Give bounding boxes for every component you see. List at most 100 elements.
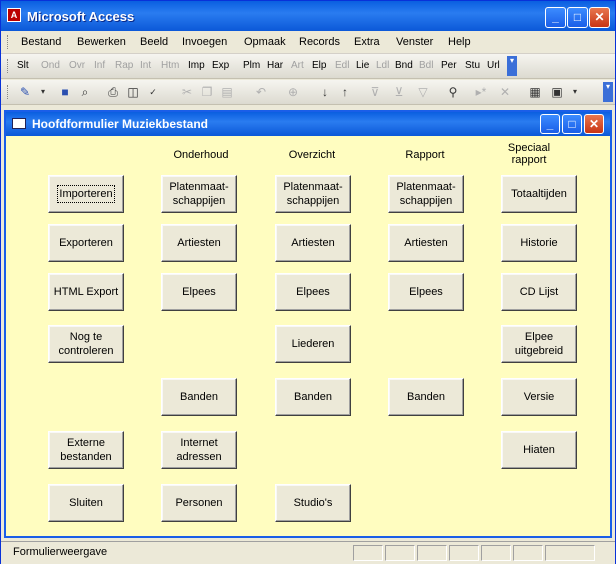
rapport-artiesten-button[interactable]: Artiesten	[388, 224, 464, 262]
form-title-bar[interactable]: Hoofdformulier Muziekbestand _ □ ✕	[6, 112, 610, 136]
nog-te-controleren-button[interactable]: Nog te controleren	[48, 325, 124, 363]
menu-grip[interactable]	[7, 35, 11, 49]
tb-ovr[interactable]: Ovr	[69, 60, 85, 71]
menu-beeld[interactable]: Beeld	[140, 36, 168, 48]
form-view-toolbar: ✎ ▾ ■ ⌕ ⎙ ◫ ✓ ✂ ❐ ▤ ↶ ⊕ ↓ ↑ ⊽ ⊻ ▽ ⚲ ▸* ✕…	[1, 80, 615, 105]
onderhoud-elpees-button[interactable]: Elpees	[161, 273, 237, 311]
rapport-elpees-button[interactable]: Elpees	[388, 273, 464, 311]
internet-adressen-button[interactable]: Internet adressen	[161, 431, 237, 469]
cut-icon[interactable]: ✂	[179, 84, 195, 100]
rapport-platenmaatschappijen-button[interactable]: Platenmaat-schappijen	[388, 175, 464, 213]
app-title-bar[interactable]: A Microsoft Access _ □ ✕	[1, 1, 615, 31]
tb-plm[interactable]: Plm	[243, 60, 260, 71]
historie-button[interactable]: Historie	[501, 224, 577, 262]
apply-filter-icon[interactable]: ▽	[415, 84, 431, 100]
importeren-button[interactable]: Importeren	[48, 175, 124, 213]
form-maximize-button[interactable]: □	[562, 114, 582, 134]
menu-extra[interactable]: Extra	[354, 36, 380, 48]
tb-url[interactable]: Url	[487, 60, 500, 71]
tb-stu[interactable]: Stu	[465, 60, 480, 71]
exporteren-button[interactable]: Exporteren	[48, 224, 124, 262]
maximize-button[interactable]: □	[567, 7, 588, 28]
tb-bdl[interactable]: Bdl	[419, 60, 433, 71]
new-object-dropdown-icon[interactable]: ▾	[567, 84, 583, 100]
personen-button[interactable]: Personen	[161, 484, 237, 522]
save-icon[interactable]: ■	[57, 84, 73, 100]
onderhoud-platenmaatschappijen-button[interactable]: Platenmaat-schappijen	[161, 175, 237, 213]
new-record-icon[interactable]: ▸*	[473, 84, 489, 100]
find-binoculars-icon[interactable]: ⚲	[445, 84, 461, 100]
tb-bnd[interactable]: Bnd	[395, 60, 413, 71]
tb-per[interactable]: Per	[441, 60, 457, 71]
cd-lijst-button[interactable]: CD Lijst	[501, 273, 577, 311]
studios-button[interactable]: Studio's	[275, 484, 351, 522]
menu-help[interactable]: Help	[448, 36, 471, 48]
onderhoud-banden-button[interactable]: Banden	[161, 378, 237, 416]
paste-icon[interactable]: ▤	[219, 84, 235, 100]
properties-icon[interactable]: ▦	[527, 84, 543, 100]
tb-ldl[interactable]: Ldl	[376, 60, 389, 71]
form-minimize-button[interactable]: _	[540, 114, 560, 134]
toolbar-grip[interactable]	[7, 59, 11, 73]
spelling-icon[interactable]: ✓	[145, 84, 161, 100]
tb-slt[interactable]: Slt	[17, 60, 29, 71]
toolbar-options-chevron-icon[interactable]: ▾	[507, 56, 517, 76]
view-dropdown-icon[interactable]: ▾	[35, 84, 51, 100]
minimize-button[interactable]: _	[545, 7, 566, 28]
overzicht-platenmaatschappijen-button[interactable]: Platenmaat-schappijen	[275, 175, 351, 213]
overzicht-banden-button[interactable]: Banden	[275, 378, 351, 416]
delete-record-icon[interactable]: ✕	[497, 84, 513, 100]
copy-icon[interactable]: ❐	[199, 84, 215, 100]
file-search-icon[interactable]: ⌕	[77, 84, 93, 100]
overzicht-elpees-button[interactable]: Elpees	[275, 273, 351, 311]
hiaten-button[interactable]: Hiaten	[501, 431, 577, 469]
menu-invoegen[interactable]: Invoegen	[182, 36, 227, 48]
rapport-banden-button[interactable]: Banden	[388, 378, 464, 416]
tb-ond[interactable]: Ond	[41, 60, 60, 71]
undo-icon[interactable]: ↶	[253, 84, 269, 100]
onderhoud-artiesten-button[interactable]: Artiesten	[161, 224, 237, 262]
app-title: Microsoft Access	[27, 9, 135, 24]
form-close-button[interactable]: ✕	[584, 114, 604, 134]
tb-elp[interactable]: Elp	[312, 60, 326, 71]
sort-ascending-icon[interactable]: ↓	[317, 84, 333, 100]
tb-int[interactable]: Int	[140, 60, 151, 71]
menu-venster[interactable]: Venster	[396, 36, 433, 48]
elpee-uitgebreid-button[interactable]: Elpee uitgebreid	[501, 325, 577, 363]
toolbar-options-chevron-icon[interactable]: ▾	[603, 82, 613, 102]
overzicht-liederen-button[interactable]: Liederen	[275, 325, 351, 363]
menu-records[interactable]: Records	[299, 36, 340, 48]
menu-bewerken[interactable]: Bewerken	[77, 36, 126, 48]
sort-descending-icon[interactable]: ↑	[337, 84, 353, 100]
externe-bestanden-button[interactable]: Externe bestanden	[48, 431, 124, 469]
status-cell	[513, 545, 543, 561]
tb-lie[interactable]: Lie	[356, 60, 369, 71]
menu-bestand[interactable]: Bestand	[21, 36, 61, 48]
totaaltijden-button[interactable]: Totaaltijden	[501, 175, 577, 213]
filter-by-selection-icon[interactable]: ⊽	[367, 84, 383, 100]
database-window-icon[interactable]: ▣	[549, 84, 565, 100]
tb-edl[interactable]: Edl	[335, 60, 349, 71]
print-icon[interactable]: ⎙	[105, 84, 121, 100]
tb-art[interactable]: Art	[291, 60, 304, 71]
sluiten-button[interactable]: Sluiten	[48, 484, 124, 522]
close-button[interactable]: ✕	[589, 7, 610, 28]
print-preview-icon[interactable]: ◫	[125, 84, 141, 100]
overzicht-artiesten-button[interactable]: Artiesten	[275, 224, 351, 262]
status-cell	[449, 545, 479, 561]
status-bar: Formulierweergave	[1, 541, 615, 564]
toolbar-grip[interactable]	[7, 85, 11, 99]
tb-imp[interactable]: Imp	[188, 60, 205, 71]
tb-htm[interactable]: Htm	[161, 60, 179, 71]
versie-button[interactable]: Versie	[501, 378, 577, 416]
insert-hyperlink-icon[interactable]: ⊕	[285, 84, 301, 100]
tb-exp[interactable]: Exp	[212, 60, 229, 71]
tb-inf[interactable]: Inf	[94, 60, 105, 71]
filter-by-form-icon[interactable]: ⊻	[391, 84, 407, 100]
form-icon	[12, 118, 26, 129]
tb-har[interactable]: Har	[267, 60, 283, 71]
design-view-icon[interactable]: ✎	[17, 84, 33, 100]
html-export-button[interactable]: HTML Export	[48, 273, 124, 311]
tb-rap[interactable]: Rap	[115, 60, 133, 71]
menu-opmaak[interactable]: Opmaak	[244, 36, 286, 48]
